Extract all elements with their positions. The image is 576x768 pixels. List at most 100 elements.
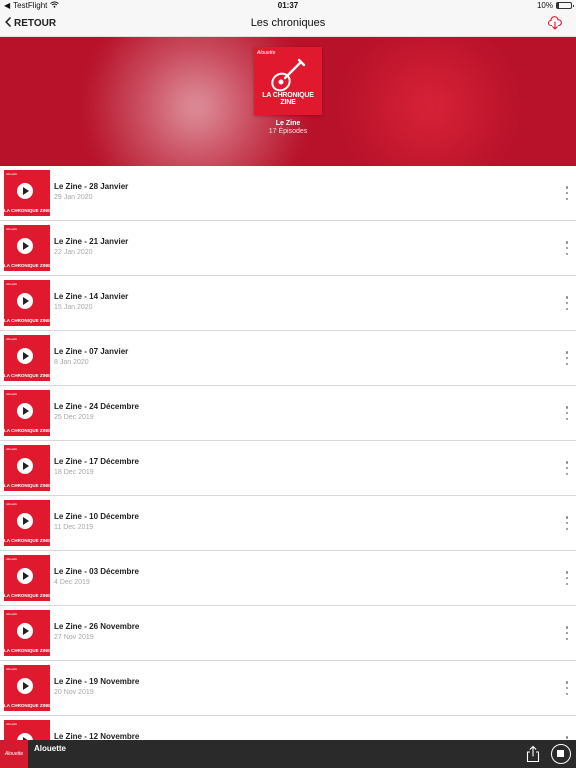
more-vertical-icon [565, 736, 569, 739]
episode-title: Le Zine - 26 Novembre [54, 622, 140, 631]
podcast-name: Le Zine [275, 120, 301, 127]
play-icon[interactable] [17, 293, 33, 309]
play-icon[interactable] [17, 348, 33, 364]
thumbnail-label: LA CHRONIQUE ZINE [4, 428, 50, 433]
more-vertical-icon [565, 681, 569, 684]
status-bar: ◀ TestFlight 01:37 10% [0, 0, 576, 12]
episode-thumbnail[interactable]: Alouette LA CHRONIQUE ZINE [4, 445, 50, 491]
episode-thumbnail[interactable]: Alouette LA CHRONIQUE ZINE [4, 610, 50, 656]
share-button[interactable] [525, 745, 541, 763]
episode-thumbnail[interactable]: Alouette LA CHRONIQUE ZINE [4, 665, 50, 711]
more-options-button[interactable] [564, 351, 570, 365]
thumbnail-logo: Alouette [6, 392, 18, 396]
share-icon [526, 745, 540, 763]
more-vertical-icon [565, 516, 569, 519]
podcast-cover: Alouette LA CHRONIQUE ZINE [254, 47, 322, 115]
play-icon[interactable] [17, 238, 33, 254]
status-right: 10% [537, 1, 574, 10]
episode-row[interactable]: Alouette LA CHRONIQUE ZINE Le Zine - 10 Dé… [0, 496, 576, 551]
more-vertical-icon [565, 296, 569, 299]
thumbnail-label: LA CHRONIQUE ZINE [4, 483, 50, 488]
more-vertical-icon [565, 461, 569, 464]
episode-thumbnail[interactable]: Alouette LA CHRONIQUE ZINE [4, 280, 50, 326]
episode-row[interactable]: Alouette LA CHRONIQUE ZINE Le Zine - 14 Ja… [0, 276, 576, 331]
more-options-button[interactable] [564, 296, 570, 310]
episode-row[interactable]: Alouette LA CHRONIQUE ZINE Le Zine - 03 Dé… [0, 551, 576, 606]
episode-date: 20 Nov 2019 [54, 689, 94, 696]
more-vertical-icon [565, 241, 569, 244]
more-options-button[interactable] [564, 406, 570, 420]
thumbnail-logo: Alouette [6, 612, 18, 616]
cover-label: LA CHRONIQUE ZINE [262, 92, 314, 106]
banner-background-glow [330, 37, 530, 166]
more-options-button[interactable] [564, 571, 570, 585]
episode-title: Le Zine - 19 Novembre [54, 677, 140, 686]
more-vertical-icon [565, 351, 569, 354]
episode-title: Le Zine - 14 Janvier [54, 292, 129, 301]
episode-list: Alouette LA CHRONIQUE ZINE Le Zine - 28 Ja… [0, 166, 576, 768]
episode-row[interactable]: Alouette LA CHRONIQUE ZINE Le Zine - 19 No… [0, 661, 576, 716]
more-options-button[interactable] [564, 461, 570, 475]
play-icon[interactable] [17, 183, 33, 199]
episode-title: Le Zine - 17 Décembre [54, 457, 139, 466]
episode-title: Le Zine - 21 Janvier [54, 237, 129, 246]
episode-thumbnail[interactable]: Alouette LA CHRONIQUE ZINE [4, 335, 50, 381]
more-options-button[interactable] [564, 186, 570, 200]
more-vertical-icon [565, 626, 569, 629]
thumbnail-logo: Alouette [6, 227, 18, 231]
play-icon[interactable] [17, 403, 33, 419]
play-icon[interactable] [17, 568, 33, 584]
thumbnail-logo: Alouette [6, 667, 18, 671]
play-icon[interactable] [17, 513, 33, 529]
thumbnail-label: LA CHRONIQUE ZINE [4, 648, 50, 653]
play-icon[interactable] [17, 458, 33, 474]
page-title: Les chroniques [250, 17, 326, 29]
thumbnail-label: LA CHRONIQUE ZINE [4, 593, 50, 598]
more-options-button[interactable] [564, 681, 570, 695]
thumbnail-label: LA CHRONIQUE ZINE [4, 263, 50, 268]
thumbnail-logo: Alouette [6, 557, 18, 561]
player-artwork: Alouette [0, 740, 28, 768]
play-icon[interactable] [17, 623, 33, 639]
episode-row[interactable]: Alouette LA CHRONIQUE ZINE Le Zine - 07 Ja… [0, 331, 576, 386]
episode-date: 4 Dec 2019 [54, 579, 90, 586]
episode-thumbnail[interactable]: Alouette LA CHRONIQUE ZINE [4, 225, 50, 271]
episode-row[interactable]: Alouette LA CHRONIQUE ZINE Le Zine - 24 Dé… [0, 386, 576, 441]
episode-thumbnail[interactable]: Alouette LA CHRONIQUE ZINE [4, 170, 50, 216]
episode-date: 8 Jan 2020 [54, 359, 89, 366]
episode-title: Le Zine - 28 Janvier [54, 182, 129, 191]
episode-thumbnail[interactable]: Alouette LA CHRONIQUE ZINE [4, 390, 50, 436]
mini-player[interactable]: Alouette Alouette [0, 740, 576, 768]
download-button[interactable] [547, 16, 562, 30]
guitar-icon [271, 58, 306, 92]
episode-count: 17 Épisodes [268, 128, 308, 135]
thumbnail-logo: Alouette [6, 172, 18, 176]
more-options-button[interactable] [564, 241, 570, 255]
cloud-download-icon [547, 16, 562, 30]
episode-date: 22 Jan 2020 [54, 249, 93, 256]
thumbnail-logo: Alouette [6, 337, 18, 341]
thumbnail-label: LA CHRONIQUE ZINE [4, 538, 50, 543]
thumbnail-logo: Alouette [6, 282, 18, 286]
episode-row[interactable]: Alouette LA CHRONIQUE ZINE Le Zine - 21 Ja… [0, 221, 576, 276]
play-icon[interactable] [17, 678, 33, 694]
episode-title: Le Zine - 07 Janvier [54, 347, 129, 356]
episode-row[interactable]: Alouette LA CHRONIQUE ZINE Le Zine - 28 Ja… [0, 166, 576, 221]
episode-thumbnail[interactable]: Alouette LA CHRONIQUE ZINE [4, 500, 50, 546]
thumbnail-label: LA CHRONIQUE ZINE [4, 703, 50, 708]
episode-thumbnail[interactable]: Alouette LA CHRONIQUE ZINE [4, 555, 50, 601]
player-title: Alouette [34, 744, 66, 753]
more-vertical-icon [565, 406, 569, 409]
episode-date: 29 Jan 2020 [54, 194, 93, 201]
navigation-bar: RETOUR Les chroniques [0, 12, 576, 37]
more-options-button[interactable] [564, 516, 570, 530]
thumbnail-logo: Alouette [6, 502, 18, 506]
episode-title: Le Zine - 10 Décembre [54, 512, 139, 521]
more-vertical-icon [565, 571, 569, 574]
stop-button[interactable] [551, 744, 571, 764]
episode-row[interactable]: Alouette LA CHRONIQUE ZINE Le Zine - 17 Dé… [0, 441, 576, 496]
episode-row[interactable]: Alouette LA CHRONIQUE ZINE Le Zine - 26 No… [0, 606, 576, 661]
episode-date: 25 Dec 2019 [54, 414, 94, 421]
more-vertical-icon [565, 186, 569, 189]
more-options-button[interactable] [564, 626, 570, 640]
